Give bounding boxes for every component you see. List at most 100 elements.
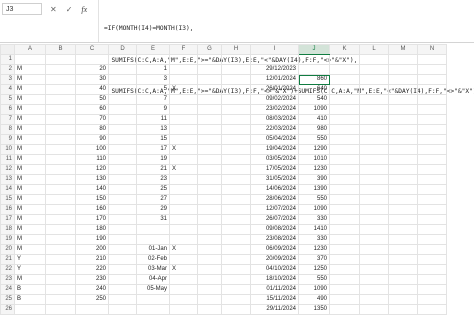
- cell-b[interactable]: [45, 224, 76, 235]
- cell-n[interactable]: [417, 184, 447, 195]
- cell-a[interactable]: M: [14, 104, 46, 115]
- cell-f[interactable]: [169, 294, 198, 305]
- cell-k[interactable]: [329, 84, 360, 95]
- cell-b[interactable]: [45, 294, 76, 305]
- row-header[interactable]: 16: [0, 204, 15, 215]
- cell-m[interactable]: [388, 224, 418, 235]
- cell-k[interactable]: [329, 304, 360, 315]
- cell-e[interactable]: 19: [136, 154, 170, 165]
- cell-m[interactable]: [388, 264, 418, 275]
- cell-h[interactable]: [221, 194, 251, 205]
- cell-c[interactable]: 240: [75, 284, 109, 295]
- cell-i[interactable]: 01/11/2024: [250, 284, 299, 295]
- cell-a[interactable]: M: [14, 214, 46, 225]
- cell-n[interactable]: [417, 54, 447, 65]
- cell-c[interactable]: [75, 304, 109, 315]
- cell-b[interactable]: [45, 134, 76, 145]
- cell-d[interactable]: [108, 94, 137, 105]
- cell-i[interactable]: [250, 54, 299, 65]
- row-header[interactable]: 4: [0, 84, 15, 95]
- cell-l[interactable]: [359, 74, 389, 85]
- cell-i[interactable]: 20/09/2024: [250, 254, 299, 265]
- cell-k[interactable]: [329, 234, 360, 245]
- cell-k[interactable]: [329, 104, 360, 115]
- cell-l[interactable]: [359, 284, 389, 295]
- cell-i[interactable]: 05/04/2024: [250, 134, 299, 145]
- cell-d[interactable]: [108, 254, 137, 265]
- cell-h[interactable]: [221, 54, 251, 65]
- cell-g[interactable]: [197, 104, 222, 115]
- cell-l[interactable]: [359, 254, 389, 265]
- cell-h[interactable]: [221, 254, 251, 265]
- cell-a[interactable]: M: [14, 234, 46, 245]
- cell-i[interactable]: 04/10/2024: [250, 264, 299, 275]
- cell-l[interactable]: [359, 224, 389, 235]
- cell-k[interactable]: [329, 134, 360, 145]
- cell-l[interactable]: [359, 264, 389, 275]
- cell-l[interactable]: [359, 214, 389, 225]
- cell-j[interactable]: 980: [298, 124, 330, 135]
- cell-n[interactable]: [417, 164, 447, 175]
- cell-i[interactable]: 15/11/2024: [250, 294, 299, 305]
- cell-k[interactable]: [329, 114, 360, 125]
- cell-d[interactable]: [108, 114, 137, 125]
- cell-h[interactable]: [221, 74, 251, 85]
- cell-n[interactable]: [417, 104, 447, 115]
- cell-c[interactable]: 250: [75, 294, 109, 305]
- cell-k[interactable]: [329, 184, 360, 195]
- cell-c[interactable]: [75, 54, 109, 65]
- cell-b[interactable]: [45, 264, 76, 275]
- cell-n[interactable]: [417, 254, 447, 265]
- row-header[interactable]: 12: [0, 164, 15, 175]
- cell-g[interactable]: [197, 254, 222, 265]
- cell-e[interactable]: 7: [136, 94, 170, 105]
- cell-b[interactable]: [45, 114, 76, 125]
- cell-k[interactable]: [329, 154, 360, 165]
- cell-d[interactable]: [108, 234, 137, 245]
- cell-g[interactable]: [197, 144, 222, 155]
- cell-e[interactable]: [136, 224, 170, 235]
- cell-g[interactable]: [197, 244, 222, 255]
- cell-i[interactable]: 19/04/2024: [250, 144, 299, 155]
- cell-k[interactable]: [329, 54, 360, 65]
- cell-g[interactable]: [197, 184, 222, 195]
- cell-g[interactable]: [197, 64, 222, 75]
- cell-d[interactable]: [108, 244, 137, 255]
- cell-c[interactable]: 110: [75, 154, 109, 165]
- cell-h[interactable]: [221, 294, 251, 305]
- cell-h[interactable]: [221, 284, 251, 295]
- cell-b[interactable]: [45, 204, 76, 215]
- cell-j[interactable]: 1230: [298, 164, 330, 175]
- cell-b[interactable]: [45, 274, 76, 285]
- cell-m[interactable]: [388, 194, 418, 205]
- cell-a[interactable]: M: [14, 154, 46, 165]
- cell-f[interactable]: [169, 224, 198, 235]
- cell-d[interactable]: [108, 104, 137, 115]
- cell-m[interactable]: [388, 284, 418, 295]
- cell-l[interactable]: [359, 124, 389, 135]
- insert-function-icon[interactable]: fx: [81, 5, 87, 14]
- cell-l[interactable]: [359, 94, 389, 105]
- row-header[interactable]: 10: [0, 144, 15, 155]
- cell-j[interactable]: 410: [298, 114, 330, 125]
- cell-n[interactable]: [417, 114, 447, 125]
- cell-i[interactable]: 09/02/2024: [250, 94, 299, 105]
- cell-f[interactable]: [169, 104, 198, 115]
- cell-e[interactable]: 05-May: [136, 284, 170, 295]
- cell-c[interactable]: 130: [75, 174, 109, 185]
- cell-g[interactable]: [197, 234, 222, 245]
- cell-k[interactable]: [329, 244, 360, 255]
- cell-c[interactable]: 60: [75, 104, 109, 115]
- cell-e[interactable]: 04-Apr: [136, 274, 170, 285]
- cell-e[interactable]: [136, 54, 170, 65]
- cell-m[interactable]: [388, 304, 418, 315]
- cell-b[interactable]: [45, 234, 76, 245]
- cell-l[interactable]: [359, 144, 389, 155]
- cell-d[interactable]: [108, 134, 137, 145]
- cell-l[interactable]: [359, 84, 389, 95]
- cell-g[interactable]: [197, 164, 222, 175]
- cell-c[interactable]: 100: [75, 144, 109, 155]
- cell-j[interactable]: 550: [298, 134, 330, 145]
- cell-g[interactable]: [197, 194, 222, 205]
- cell-f[interactable]: X: [169, 164, 198, 175]
